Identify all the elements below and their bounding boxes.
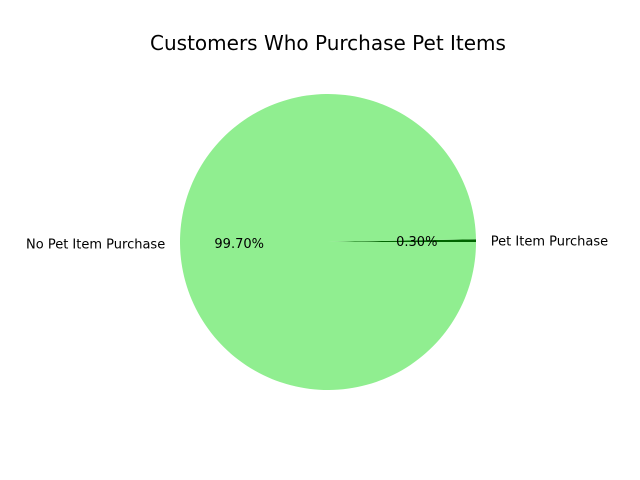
pie-slice-label-0: Pet Item Purchase bbox=[491, 234, 608, 249]
pie-slice-pct-0: 0.30% bbox=[396, 235, 437, 250]
chart-title: Customers Who Purchase Pet Items bbox=[150, 31, 506, 55]
pie-chart-svg: Customers Who Purchase Pet Items Pet Ite… bbox=[26, 31, 608, 391]
pie-slice-pct-1: 99.70% bbox=[214, 237, 264, 252]
pie-slice-label-1: No Pet Item Purchase bbox=[26, 238, 165, 253]
pie-chart: Customers Who Purchase Pet Items Pet Ite… bbox=[0, 0, 640, 480]
